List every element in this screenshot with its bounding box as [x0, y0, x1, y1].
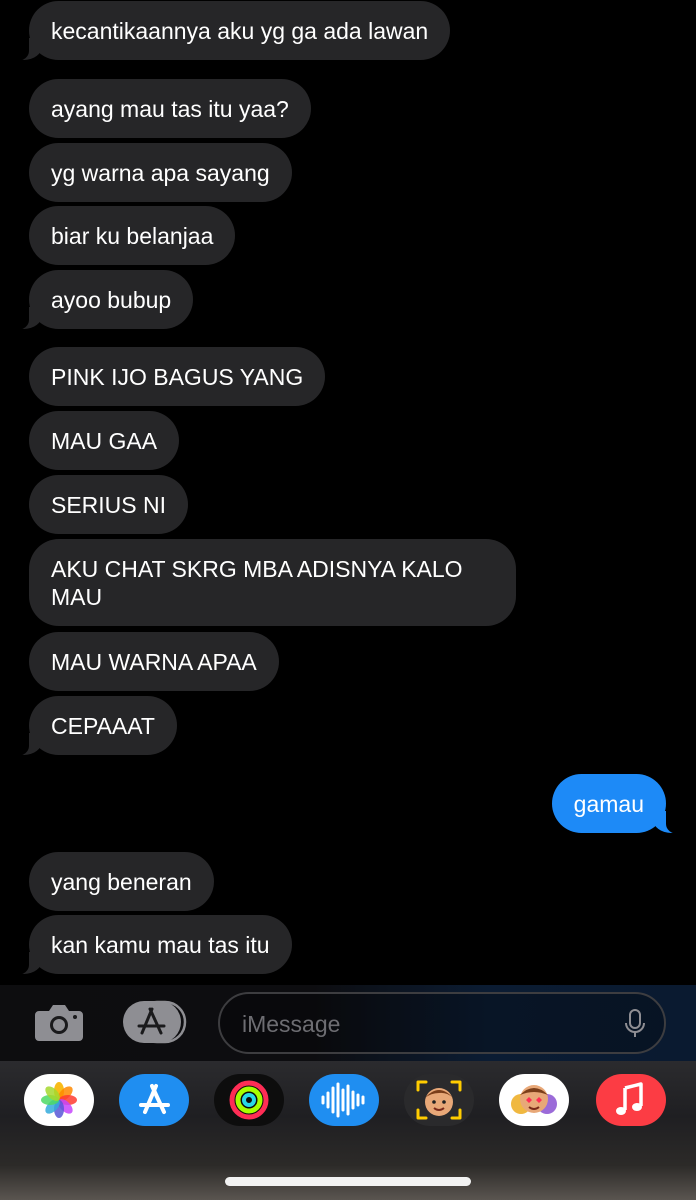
message-bubble-incoming[interactable]: CEPAAAT: [9, 696, 177, 756]
message-text: ayang mau tas itu yaa?: [51, 96, 289, 122]
camera-button[interactable]: [33, 1001, 85, 1043]
message-text: kecantikaannya aku yg ga ada lawan: [51, 18, 429, 44]
message-bubble-incoming[interactable]: yang beneran: [29, 852, 214, 911]
message-text: MAU GAA: [51, 428, 158, 454]
audio-message-button[interactable]: [309, 1074, 379, 1126]
message-bubble-incoming[interactable]: ayang mau tas itu yaa?: [29, 79, 311, 138]
message-bubble-incoming[interactable]: MAU WARNA APAA: [29, 632, 279, 691]
message-text: kan kamu mau tas itu: [51, 932, 270, 958]
message-text: CEPAAAT: [51, 713, 155, 739]
message-text: yang beneran: [51, 869, 192, 895]
activity-app-button[interactable]: [214, 1074, 284, 1126]
message-bubble-incoming[interactable]: PINK IJO BAGUS YANG: [29, 347, 326, 406]
memoji-app-button[interactable]: [404, 1074, 474, 1126]
photos-app-button[interactable]: [24, 1074, 94, 1126]
memoji-stickers-icon: [511, 1085, 557, 1114]
memoji-icon: [416, 1080, 462, 1120]
imessage-input[interactable]: iMessage: [218, 992, 666, 1054]
message-text: gamau: [573, 791, 644, 817]
message-bubble-outgoing[interactable]: gamau: [551, 774, 687, 834]
message-text: MAU WARNA APAA: [51, 649, 257, 675]
message-text: PINK IJO BAGUS YANG: [51, 364, 304, 390]
camera-icon: [35, 1005, 83, 1041]
microphone-icon[interactable]: [624, 1009, 646, 1039]
message-text: ayoo bubup: [51, 287, 172, 313]
memoji-stickers-button[interactable]: [499, 1074, 569, 1126]
photos-icon: [41, 1082, 77, 1118]
message-text: AKU CHAT SKRG MBA ADISNYA KALO MAU: [51, 556, 463, 610]
message-bubble-incoming[interactable]: SERIUS NI: [29, 475, 189, 534]
message-text: yg warna apa sayang: [51, 160, 270, 186]
music-app-button[interactable]: [596, 1074, 666, 1126]
message-bubble-incoming[interactable]: yg warna apa sayang: [29, 143, 292, 202]
message-bubble-incoming[interactable]: kan kamu mau tas itu: [9, 915, 292, 975]
home-indicator[interactable]: [225, 1177, 471, 1186]
message-bubble-incoming[interactable]: MAU GAA: [29, 411, 180, 470]
activity-rings-icon: [229, 1080, 269, 1120]
message-text: SERIUS NI: [51, 492, 167, 518]
app-store-icon: [139, 1084, 170, 1114]
music-icon: [616, 1082, 643, 1115]
apps-button[interactable]: [123, 1000, 187, 1044]
message-bubble-incoming[interactable]: AKU CHAT SKRG MBA ADISNYA KALO MAU: [29, 539, 516, 626]
message-bubble-incoming[interactable]: ayoo bubup: [8, 270, 194, 330]
app-store-icon: [123, 1000, 187, 1044]
app-store-app-button[interactable]: [119, 1074, 189, 1126]
message-thread[interactable]: kecantikaannya aku yg ga ada lawan ayang…: [0, 0, 696, 985]
audio-waveform-icon: [321, 1082, 365, 1118]
input-placeholder: iMessage: [242, 1011, 341, 1037]
message-text: biar ku belanjaa: [51, 223, 214, 249]
message-bubble-incoming[interactable]: biar ku belanjaa: [29, 206, 236, 265]
message-bubble-incoming[interactable]: kecantikaannya aku yg ga ada lawan: [8, 1, 451, 61]
